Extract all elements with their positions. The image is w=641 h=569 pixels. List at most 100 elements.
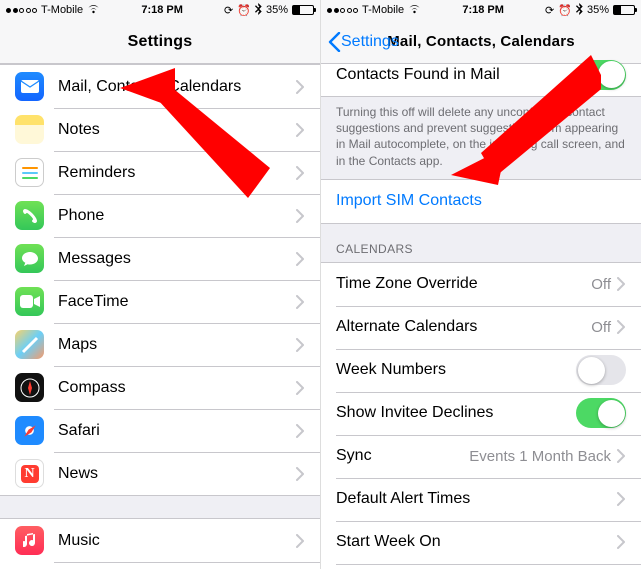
- row-label: Contacts Found in Mail: [336, 66, 576, 84]
- status-bar: T-Mobile 7:18 PM ⟳ ⏰ 35%: [0, 0, 320, 20]
- row-label: Time Zone Override: [336, 275, 591, 293]
- safari-icon: [15, 416, 44, 445]
- battery-icon: [292, 5, 314, 15]
- carrier-label: T-Mobile: [362, 4, 404, 16]
- row-label: Show Invitee Declines: [336, 404, 576, 422]
- settings-pane: T-Mobile 7:18 PM ⟳ ⏰ 35% Settings Mail, …: [0, 0, 321, 569]
- music-icon: [15, 526, 44, 555]
- compass-icon: [15, 373, 44, 402]
- chevron-right-icon: [617, 535, 626, 549]
- chevron-right-icon: [296, 338, 305, 352]
- back-label: Settings: [341, 33, 399, 51]
- row-label: Safari: [58, 422, 296, 440]
- status-bar: T-Mobile 7:18 PM ⟳ ⏰ 35%: [321, 0, 641, 20]
- calendar-row-sync[interactable]: SyncEvents 1 Month Back: [321, 435, 641, 478]
- chevron-right-icon: [296, 424, 305, 438]
- alarm-icon: ⏰: [558, 4, 572, 17]
- row-label: Phone: [58, 207, 296, 225]
- clock-label: 7:18 PM: [141, 4, 183, 16]
- battery-icon: [613, 5, 635, 15]
- calendar-row-decl[interactable]: Show Invitee Declines: [321, 392, 641, 435]
- alarm-icon: ⏰: [237, 4, 251, 17]
- clock-label: 7:18 PM: [462, 4, 504, 16]
- chevron-right-icon: [617, 492, 626, 506]
- row-label: Reminders: [58, 164, 296, 182]
- signal-dots-icon: [327, 8, 358, 13]
- settings-row-news[interactable]: NNews: [0, 452, 320, 495]
- settings-row-mail[interactable]: Mail, Contacts, Calendars: [0, 65, 320, 108]
- bluetooth-icon: [576, 3, 583, 18]
- calendar-row-start[interactable]: Start Week On: [321, 521, 641, 564]
- row-label: Messages: [58, 250, 296, 268]
- chevron-right-icon: [617, 277, 626, 291]
- settings-row-safari[interactable]: Safari: [0, 409, 320, 452]
- chevron-right-icon: [617, 320, 626, 334]
- reminders-icon: [15, 158, 44, 187]
- maps-icon: [15, 330, 44, 359]
- chevron-right-icon: [296, 295, 305, 309]
- carrier-label: T-Mobile: [41, 4, 83, 16]
- contacts-found-switch[interactable]: [576, 60, 626, 90]
- chevron-right-icon: [296, 534, 305, 548]
- row-label: Mail, Contacts, Calendars: [58, 78, 296, 96]
- row-label: FaceTime: [58, 293, 296, 311]
- phone-icon: [15, 201, 44, 230]
- row-detail: Events 1 Month Back: [469, 448, 611, 465]
- chevron-right-icon: [296, 381, 305, 395]
- settings-row-notes[interactable]: Notes: [0, 108, 320, 151]
- row-label: Week Numbers: [336, 361, 576, 379]
- row-detail: Off: [591, 276, 611, 293]
- row-label: Start Week On: [336, 533, 617, 551]
- decl-switch[interactable]: [576, 398, 626, 428]
- detail-pane: T-Mobile 7:18 PM ⟳ ⏰ 35% Settings: [321, 0, 641, 569]
- import-sim-contacts-button[interactable]: Import SIM Contacts: [321, 180, 641, 223]
- week-switch[interactable]: [576, 355, 626, 385]
- settings-row-facetime[interactable]: FaceTime: [0, 280, 320, 323]
- rotation-lock-icon: ⟳: [545, 4, 554, 17]
- calendar-row-alert[interactable]: Default Alert Times: [321, 478, 641, 521]
- wifi-icon: [87, 4, 100, 17]
- chevron-right-icon: [296, 252, 305, 266]
- signal-dots-icon: [6, 8, 37, 13]
- row-label: Sync: [336, 447, 469, 465]
- chevron-right-icon: [296, 467, 305, 481]
- settings-row-phone[interactable]: Phone: [0, 194, 320, 237]
- calendar-row-tz[interactable]: Time Zone OverrideOff: [321, 263, 641, 306]
- calendar-row-alt[interactable]: Alternate CalendarsOff: [321, 306, 641, 349]
- row-label: Maps: [58, 336, 296, 354]
- battery-pct-label: 35%: [587, 4, 609, 16]
- calendars-section-header: Calendars: [321, 224, 641, 262]
- chevron-right-icon: [617, 449, 626, 463]
- chevron-right-icon: [296, 80, 305, 94]
- rotation-lock-icon: ⟳: [224, 4, 233, 17]
- row-label: Default Alert Times: [336, 490, 617, 508]
- chevron-right-icon: [296, 123, 305, 137]
- contacts-in-mail-group: Contacts Found in Mail: [321, 52, 641, 97]
- nav-title: Mail, Contacts, Calendars: [387, 33, 575, 50]
- import-sim-label: Import SIM Contacts: [336, 192, 626, 210]
- settings-row-videos[interactable]: Videos: [0, 562, 320, 569]
- bluetooth-icon: [255, 3, 262, 18]
- settings-row-music[interactable]: Music: [0, 519, 320, 562]
- nav-title: Settings: [128, 33, 193, 51]
- settings-row-reminders[interactable]: Reminders: [0, 151, 320, 194]
- row-detail: Off: [591, 319, 611, 336]
- import-sim-group: Import SIM Contacts: [321, 179, 641, 224]
- facetime-icon: [15, 287, 44, 316]
- calendars-list: Time Zone OverrideOffAlternate Calendars…: [321, 262, 641, 569]
- messages-icon: [15, 244, 44, 273]
- row-label: Notes: [58, 121, 296, 139]
- settings-row-messages[interactable]: Messages: [0, 237, 320, 280]
- calendar-row-week[interactable]: Week Numbers: [321, 349, 641, 392]
- row-label: Compass: [58, 379, 296, 397]
- news-icon: N: [15, 459, 44, 488]
- nav-bar: Settings: [0, 20, 320, 64]
- contacts-footer: Turning this off will delete any unconfi…: [321, 97, 641, 179]
- calendar-row-efound[interactable]: Events Found in Mail: [321, 564, 641, 569]
- contacts-found-in-mail-row[interactable]: Contacts Found in Mail: [321, 53, 641, 96]
- row-label: Music: [58, 532, 296, 550]
- settings-row-maps[interactable]: Maps: [0, 323, 320, 366]
- settings-row-compass[interactable]: Compass: [0, 366, 320, 409]
- chevron-right-icon: [296, 166, 305, 180]
- mail-icon: [15, 72, 44, 101]
